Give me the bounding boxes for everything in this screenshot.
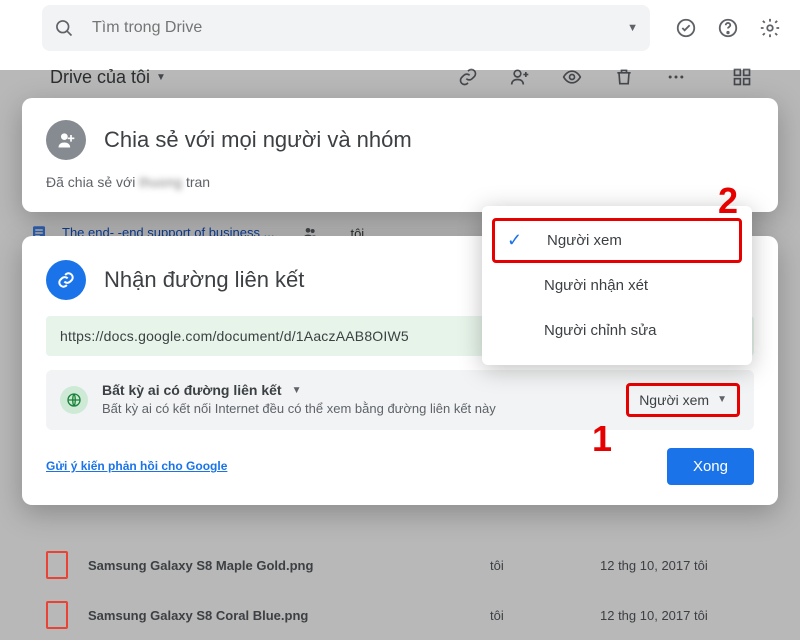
feedback-link[interactable]: Gửi ý kiến phản hồi cho Google [46,459,227,473]
file-row[interactable]: Samsung Galaxy S8 Maple Gold.png tôi 12 … [30,540,770,590]
file-list: Samsung Galaxy S8 Maple Gold.png tôi 12 … [30,540,770,640]
caret-down-icon: ▼ [717,394,727,405]
share-card: Chia sẻ với mọi người và nhóm Đã chia sẻ… [22,98,778,212]
shared-with-text: Đã chia sẻ với thuong tran [46,174,754,190]
top-icons [674,16,790,40]
get-link-title: Nhận đường liên kết [104,267,304,293]
search-icon [54,18,74,38]
gear-icon[interactable] [758,16,782,40]
done-button[interactable]: Xong [667,448,754,485]
role-menu: ✓ Người xem ✓ Người nhận xét ✓ Người chỉ… [482,206,752,365]
globe-icon [60,386,88,414]
role-menu-item-editor[interactable]: ✓ Người chỉnh sửa [482,308,752,353]
help-icon[interactable] [716,16,740,40]
role-menu-item-viewer[interactable]: ✓ Người xem [492,218,742,263]
permission-panel: Bất kỳ ai có đường liên kết ▼ Bất kỳ ai … [46,370,754,430]
scope-description: Bất kỳ ai có kết nối Internet đều có thể… [102,400,572,418]
check-icon: ✓ [507,230,531,251]
annotation-marker-2: 2 [718,180,738,222]
role-dropdown[interactable]: Người xem ▼ [626,383,740,417]
image-file-icon [46,601,68,629]
search-input[interactable] [88,19,613,37]
file-row[interactable]: Samsung Galaxy S8 Coral Blue.png tôi 12 … [30,590,770,640]
person-add-icon [46,120,86,160]
annotation-marker-1: 1 [592,418,612,460]
caret-down-icon[interactable]: ▼ [627,22,638,34]
caret-down-icon: ▼ [292,385,302,396]
share-title: Chia sẻ với mọi người và nhóm [104,127,412,153]
image-file-icon [46,551,68,579]
link-icon [46,260,86,300]
role-menu-item-commenter[interactable]: ✓ Người nhận xét [482,263,752,308]
scope-dropdown[interactable]: Bất kỳ ai có đường liên kết ▼ [102,382,612,398]
search-box[interactable]: ▼ [42,5,650,51]
ready-offline-icon[interactable] [674,16,698,40]
top-bar: ▼ [0,0,800,56]
